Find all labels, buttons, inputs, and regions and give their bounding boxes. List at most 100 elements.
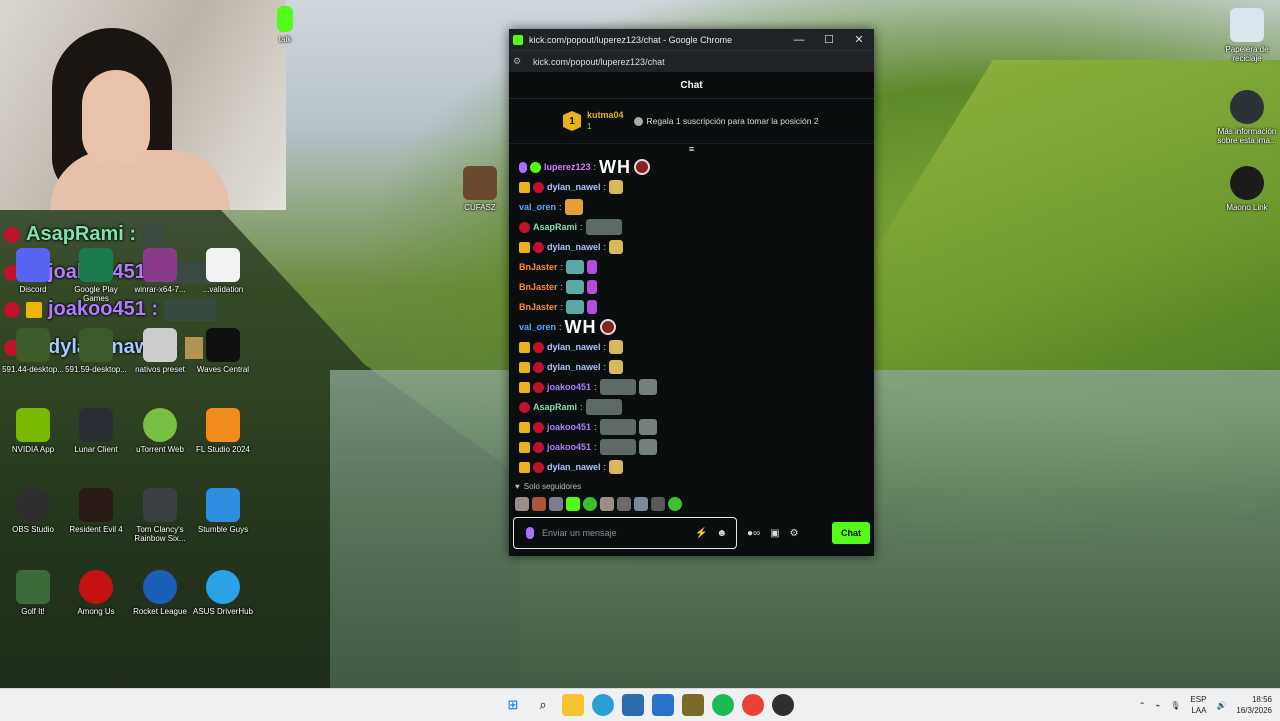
emote-icon [566, 280, 585, 294]
chat-username[interactable]: joakoo451 [547, 422, 591, 432]
desktop-icon-nvidia-app[interactable]: NVIDIA App [0, 408, 66, 454]
desktop-icon-stumble-guys[interactable]: Stumble Guys [190, 488, 256, 534]
chat-username[interactable]: dylan_nawel [547, 342, 601, 352]
mic-tray-icon[interactable]: 🎙 [1170, 701, 1180, 710]
desktop-icon-obs-studio[interactable]: OBS Studio [0, 488, 66, 534]
obs-icon[interactable] [772, 694, 794, 716]
desktop-icon-recycle-bin[interactable]: Papelera de reciclaje [1214, 8, 1280, 63]
followers-only-indicator: ♥ Solo seguidores [515, 482, 581, 491]
send-chat-button[interactable]: Chat [832, 522, 870, 544]
chat-username[interactable]: AsapRami [533, 222, 577, 232]
volume-icon[interactable]: 🔊 [1216, 701, 1226, 710]
emoji-icon[interactable]: ☻ [716, 528, 727, 539]
desktop-icon-asus-driverhub[interactable]: ASUS DriverHub [190, 570, 256, 616]
desktop-icon-spotlight-info[interactable]: Más información sobre esta ima... [1214, 90, 1280, 145]
network-icon[interactable]: ⌁ [1155, 701, 1160, 710]
desktop-icon-cufasz[interactable]: CUFASZ [447, 166, 513, 212]
address-url[interactable]: kick.com/popout/luperez123/chat [533, 57, 665, 67]
start-icon[interactable]: ⊞ [502, 694, 524, 716]
quick-emote[interactable] [549, 497, 563, 511]
emote-icon [638, 439, 657, 455]
quick-emote[interactable] [668, 497, 682, 511]
minimize-button[interactable]: — [784, 34, 814, 46]
gift-sub-prompt[interactable]: Regala 1 suscripción para tomar la posic… [633, 116, 819, 126]
chat-username[interactable]: dylan_nawel [547, 462, 601, 472]
message-input[interactable]: Enviar un mensaje [542, 528, 695, 538]
filter-icon[interactable]: ≡ [689, 144, 694, 154]
store-app-icon[interactable] [622, 694, 644, 716]
store-icon[interactable]: ▣ [770, 528, 779, 539]
chat-username[interactable]: BnJaster [519, 302, 558, 312]
edge-icon[interactable] [592, 694, 614, 716]
desktop-icon-waves-central[interactable]: Waves Central [190, 328, 256, 374]
chrome-icon[interactable] [742, 694, 764, 716]
chat-username[interactable]: BnJaster [519, 262, 558, 272]
spotify-icon[interactable] [712, 694, 734, 716]
chat-username[interactable]: joakoo451 [547, 382, 591, 392]
outlook-icon[interactable] [652, 694, 674, 716]
desktop-icon-among-us[interactable]: Among Us [63, 570, 129, 616]
emote-icon [638, 379, 657, 395]
quick-emote[interactable] [515, 497, 529, 511]
chat-message: BnJaster: [519, 297, 859, 317]
mic-icon[interactable] [526, 527, 534, 539]
command-icon[interactable]: ⚡ [695, 528, 707, 539]
chat-colon: : [594, 422, 597, 432]
quick-emote[interactable] [600, 497, 614, 511]
tray-overflow-icon[interactable]: ⌃ [1139, 701, 1146, 710]
desktop-icon-validation-file[interactable]: ...validation [190, 248, 256, 294]
chat-username[interactable]: dylan_nawel [547, 182, 601, 192]
chat-username[interactable]: joakoo451 [547, 442, 591, 452]
quick-emote[interactable] [583, 497, 597, 511]
quick-emote[interactable] [566, 497, 580, 511]
desktop-icon-golf-it[interactable]: Golf It! [0, 570, 66, 616]
desktop-icon-nvidia-driver-1[interactable]: 591.44-desktop... [0, 328, 66, 374]
desktop-icon-discord[interactable]: Discord [0, 248, 66, 294]
desktop-icon-winrar[interactable]: winrar-x64-7... [127, 248, 193, 294]
chat-username[interactable]: AsapRami [533, 402, 577, 412]
chat-username[interactable]: dylan_nawel [547, 362, 601, 372]
desktop-icon-fl-studio[interactable]: FL Studio 2024 [190, 408, 256, 454]
chat-colon: : [580, 222, 583, 232]
quick-emote[interactable] [634, 497, 648, 511]
language-indicator[interactable]: ESP LAA [1190, 694, 1206, 716]
leaderboard-user[interactable]: kutma04 1 [587, 110, 624, 132]
chat-username[interactable]: val_oren [519, 322, 556, 332]
desktop-icon-google-play-games[interactable]: Google Play Games [63, 248, 129, 303]
game-icon[interactable] [682, 694, 704, 716]
chat-username[interactable]: dylan_nawel [547, 242, 601, 252]
file-explorer-icon[interactable] [562, 694, 584, 716]
close-button[interactable]: ✕ [844, 33, 874, 46]
desktop-icon-lunar-client[interactable]: Lunar Client [63, 408, 129, 454]
maximize-button[interactable]: ☐ [814, 33, 844, 46]
desktop-icon-utorrent[interactable]: uTorrent Web [127, 408, 193, 454]
leaderboard-username[interactable]: kutma04 [587, 110, 624, 121]
address-bar[interactable]: ⚙ kick.com/popout/luperez123/chat [509, 50, 874, 72]
kicks-icon[interactable]: ●∞ [747, 528, 760, 539]
emote-icon [587, 300, 598, 314]
quick-emote[interactable] [651, 497, 665, 511]
site-settings-icon[interactable]: ⚙ [513, 56, 525, 67]
chat-message: val_oren: [519, 197, 859, 217]
quick-emote[interactable] [532, 497, 546, 511]
desktop-icon-nativos-preset[interactable]: nativos preset [127, 328, 193, 374]
clock[interactable]: 18:56 16/3/2026 [1236, 694, 1272, 716]
desktop-icon-maono-link[interactable]: Maono Link [1214, 166, 1280, 212]
chat-filter-toggle[interactable]: ≡ [509, 144, 874, 154]
chat-username[interactable]: BnJaster [519, 282, 558, 292]
desktop-icon-rainbow-six[interactable]: Tom Clancy's Rainbow Six... [127, 488, 193, 543]
chat-input-box[interactable]: Enviar un mensaje ⚡ ☻ [513, 517, 737, 549]
chat-username[interactable]: val_oren [519, 202, 556, 212]
chat-colon: : [603, 242, 607, 252]
desktop-icon-nvidia-driver-2[interactable]: 591.59-desktop... [63, 328, 129, 374]
chat-username[interactable]: luperez123 [544, 162, 591, 172]
desktop-icon-rocket-league[interactable]: Rocket League [127, 570, 193, 616]
desktop-icon-talk[interactable]: talk [270, 6, 300, 44]
settings-icon[interactable]: ⚙ [790, 528, 799, 539]
user-badge-icon [530, 161, 541, 173]
quick-emote[interactable] [617, 497, 631, 511]
gift-text[interactable]: Regala 1 suscripción para tomar la posic… [647, 116, 819, 126]
user-badge-icon [533, 341, 544, 353]
search-icon[interactable]: ⌕ [532, 694, 554, 716]
desktop-icon-resident-evil-4[interactable]: Resident Evil 4 [63, 488, 129, 534]
